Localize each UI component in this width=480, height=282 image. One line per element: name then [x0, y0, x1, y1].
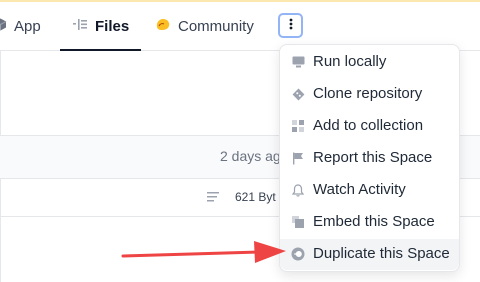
menu-item-run-locally[interactable]: Run locally — [280, 47, 459, 77]
menu-item-watch-activity[interactable]: Watch Activity — [280, 175, 459, 205]
duplicate-icon — [291, 247, 305, 261]
menu-item-label: Watch Activity — [313, 181, 406, 198]
file-size-text: 621 Byt — [235, 190, 276, 204]
files-icon — [73, 18, 88, 35]
menu-item-duplicate-this-space[interactable]: Duplicate this Space — [280, 239, 459, 270]
community-icon — [155, 17, 171, 36]
computer-icon — [291, 55, 305, 69]
menu-item-label: Report this Space — [313, 149, 433, 166]
menu-item-label: Clone repository — [313, 85, 423, 102]
annotation-arrow — [121, 241, 286, 263]
menu-item-label: Run locally — [313, 53, 387, 70]
embed-icon — [291, 215, 305, 229]
vertical-dots-icon — [289, 17, 293, 35]
menu-item-embed-this-space[interactable]: Embed this Space — [280, 207, 459, 237]
menu-item-report-this-space[interactable]: Report this Space — [280, 143, 459, 173]
tab-label: App — [14, 17, 41, 35]
tab-app[interactable]: App — [0, 2, 41, 50]
menu-item-add-to-collection[interactable]: Add to collection — [280, 111, 459, 141]
active-tab-indicator — [60, 49, 141, 51]
menu-item-label: Duplicate this Space — [313, 245, 450, 262]
menu-item-label: Embed this Space — [313, 213, 435, 230]
more-options-button[interactable] — [278, 13, 303, 38]
git-icon — [291, 87, 305, 101]
bell-icon — [291, 183, 305, 197]
tab-files[interactable]: Files — [73, 2, 129, 50]
tab-community[interactable]: Community — [155, 2, 254, 50]
menu-item-label: Add to collection — [313, 117, 424, 134]
more-options-menu: Run locally Clone repository Add to coll… — [279, 44, 460, 272]
tab-label: Files — [95, 17, 130, 35]
tab-label: Community — [178, 17, 254, 35]
lines-icon — [206, 190, 222, 202]
menu-item-clone-repository[interactable]: Clone repository — [280, 79, 459, 109]
cube-icon — [0, 18, 7, 35]
last-modified-text: 2 days ag — [220, 148, 281, 164]
flag-icon — [291, 151, 305, 165]
collection-icon — [291, 119, 305, 133]
